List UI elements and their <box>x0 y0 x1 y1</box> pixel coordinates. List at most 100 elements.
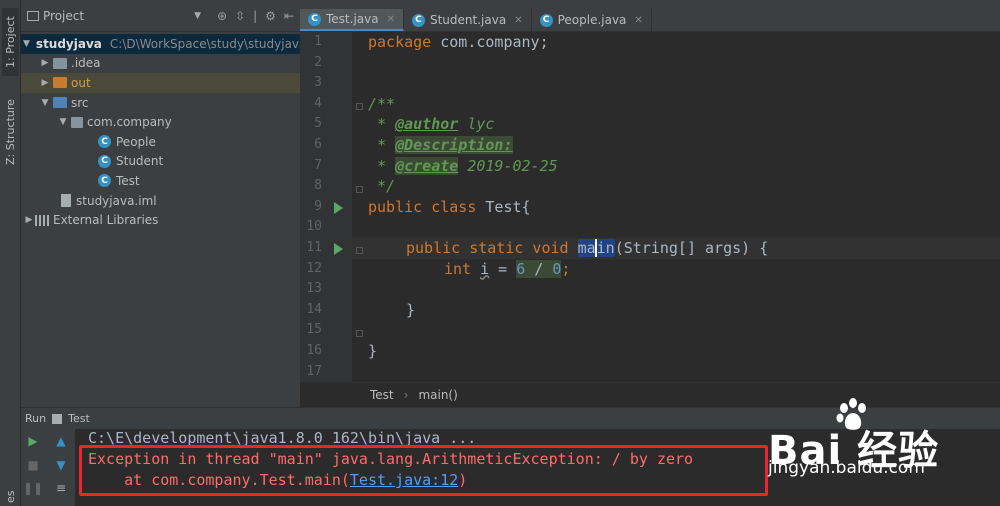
close-icon[interactable]: ✕ <box>634 15 642 26</box>
code-line-4: /** <box>368 94 395 115</box>
fold-marker-icon[interactable] <box>356 247 363 254</box>
collapse-icon[interactable]: ⇳ <box>235 9 245 23</box>
tab-people-java[interactable]: C People.java ✕ <box>532 9 652 31</box>
close-icon[interactable]: ✕ <box>514 15 522 26</box>
code-line-9: public class Test{ <box>368 197 531 218</box>
tree-item-label: External Libraries <box>53 213 159 228</box>
tree-item-label: Student <box>116 154 164 169</box>
keyword: public class <box>368 197 477 216</box>
chevron-right-icon: › <box>403 388 409 402</box>
tab-label: People.java <box>557 13 627 27</box>
tree-item-people[interactable]: C People <box>21 132 300 152</box>
tree-item-test[interactable]: C Test <box>21 171 300 191</box>
run-class-icon[interactable] <box>334 202 343 214</box>
doc-tag: @author <box>395 115 459 134</box>
doc-tag: @create <box>395 156 459 175</box>
fold-marker-icon[interactable] <box>356 103 363 110</box>
breadcrumb-class[interactable]: Test <box>370 388 394 402</box>
line-number: 15 <box>306 322 322 338</box>
number-literal: 6 <box>516 259 526 278</box>
chevron-down-icon[interactable]: ▼ <box>39 98 51 108</box>
gear-icon[interactable]: ⚙ <box>265 9 276 23</box>
tab-student-java[interactable]: C Student.java ✕ <box>404 9 532 31</box>
tree-root-label: studyjava <box>35 36 102 51</box>
fold-marker-icon[interactable] <box>356 186 363 193</box>
line-number: 1 <box>314 34 322 49</box>
class-icon: C <box>308 12 321 26</box>
code-text: ma <box>577 239 596 257</box>
tree-item-idea[interactable]: ▶ .idea <box>21 54 300 74</box>
close-icon[interactable]: ✕ <box>387 14 395 25</box>
pause-icon[interactable]: ❚❚ <box>23 481 43 495</box>
tree-item-iml[interactable]: studyjava.iml <box>21 191 300 211</box>
tree-root-studyjava[interactable]: ▼ studyjava C:\D\WorkSpace\study\studyja… <box>21 34 306 54</box>
keyword: package <box>368 33 432 51</box>
tab-structure-vertical[interactable]: Z: Structure <box>2 96 19 168</box>
class-icon: C <box>98 135 111 149</box>
tab-project-vertical[interactable]: 1: Project <box>2 8 19 76</box>
tree-item-label: .idea <box>71 56 101 71</box>
code-editor[interactable]: package com.company; /** * @author lyc *… <box>352 32 1000 382</box>
tree-item-src[interactable]: ▼ src <box>21 93 300 113</box>
tab-test-java[interactable]: C Test.java ✕ <box>300 9 404 31</box>
breadcrumb-method[interactable]: main() <box>418 388 457 402</box>
chevron-right-icon[interactable]: ▶ <box>39 58 51 68</box>
module-file-icon <box>61 194 71 208</box>
run-main-icon[interactable] <box>334 243 343 255</box>
line-number: 12 <box>306 260 322 276</box>
locate-icon[interactable]: ⊕ <box>217 9 227 23</box>
line-number: 7 <box>314 157 322 173</box>
class-icon: C <box>411 13 425 27</box>
chevron-down-icon[interactable]: ▼ <box>194 11 201 21</box>
line-number: 17 <box>306 363 322 379</box>
doc-comment: 2019-02-25 <box>458 156 558 175</box>
soft-wrap-icon[interactable]: ≡ <box>54 481 68 495</box>
line-number: 6 <box>314 137 322 152</box>
stop-icon[interactable]: ■ <box>26 458 40 472</box>
line-number: 10 <box>306 219 322 235</box>
arrow-up-icon[interactable]: ▲ <box>54 434 68 448</box>
rerun-icon[interactable]: ▶ <box>26 434 40 448</box>
hide-icon[interactable]: ⇤ <box>284 9 294 23</box>
code-line-5: * @author lyc <box>368 114 494 135</box>
tree-item-label: out <box>71 75 91 90</box>
doc-comment: /** <box>368 94 396 113</box>
folder-icon <box>53 57 67 69</box>
line-number: 14 <box>306 301 322 317</box>
tree-item-package[interactable]: ▼ com.company <box>21 112 300 132</box>
doc-comment: lyc <box>458 115 495 134</box>
fold-marker-icon[interactable] <box>356 330 363 337</box>
chevron-down-icon[interactable]: ▼ <box>23 39 30 49</box>
line-number: 8 <box>314 178 322 194</box>
run-config-label[interactable]: Test <box>68 412 90 425</box>
tree-item-out[interactable]: ▶ out <box>21 73 300 93</box>
chevron-down-icon[interactable]: ▼ <box>57 117 69 127</box>
doc-comment: * <box>368 136 396 154</box>
arrow-down-icon[interactable]: ▼ <box>54 458 68 472</box>
code-text: i <box>480 259 490 278</box>
code-line-7: * @create 2019-02-25 <box>368 156 558 177</box>
tree-item-label: src <box>71 95 89 110</box>
package-icon <box>71 116 83 128</box>
highlight-box <box>79 445 768 496</box>
line-number: 2 <box>314 54 322 70</box>
editor-tabs: C Test.java ✕ C Student.java ✕ C People.… <box>300 9 1000 32</box>
left-tool-strip: 1: Project Z: Structure es <box>0 0 21 506</box>
code-text: / <box>525 259 553 278</box>
chevron-right-icon[interactable]: ▶ <box>39 78 51 88</box>
code-line-16: } <box>368 341 377 362</box>
bottom-strip-text: es <box>4 490 17 504</box>
doc-comment: */ <box>368 177 396 196</box>
code-text: ; <box>561 259 571 278</box>
tree-item-student[interactable]: C Student <box>21 152 300 172</box>
tab-label: Student.java <box>429 13 507 27</box>
code-text: (String[] args) { <box>614 239 769 257</box>
chevron-right-icon[interactable]: ▶ <box>23 215 35 225</box>
keyword: public static void <box>406 239 569 257</box>
tree-item-label: com.company <box>87 115 172 130</box>
line-number: 9 <box>314 198 322 214</box>
line-number: 3 <box>314 75 322 91</box>
code-text: = <box>489 259 517 278</box>
tree-item-label: Test <box>116 173 140 188</box>
tree-item-external-libraries[interactable]: ▶ External Libraries <box>21 210 300 230</box>
